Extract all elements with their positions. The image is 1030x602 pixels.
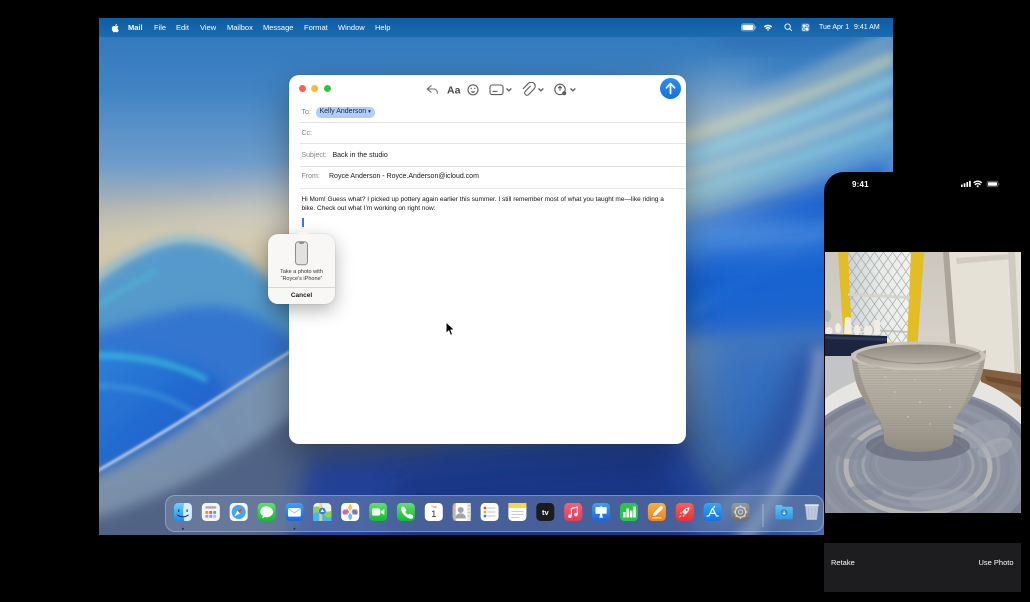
svg-text:Aa: Aa: [447, 84, 461, 96]
svg-text:tv: tv: [541, 508, 548, 517]
svg-text:1: 1: [431, 509, 436, 520]
